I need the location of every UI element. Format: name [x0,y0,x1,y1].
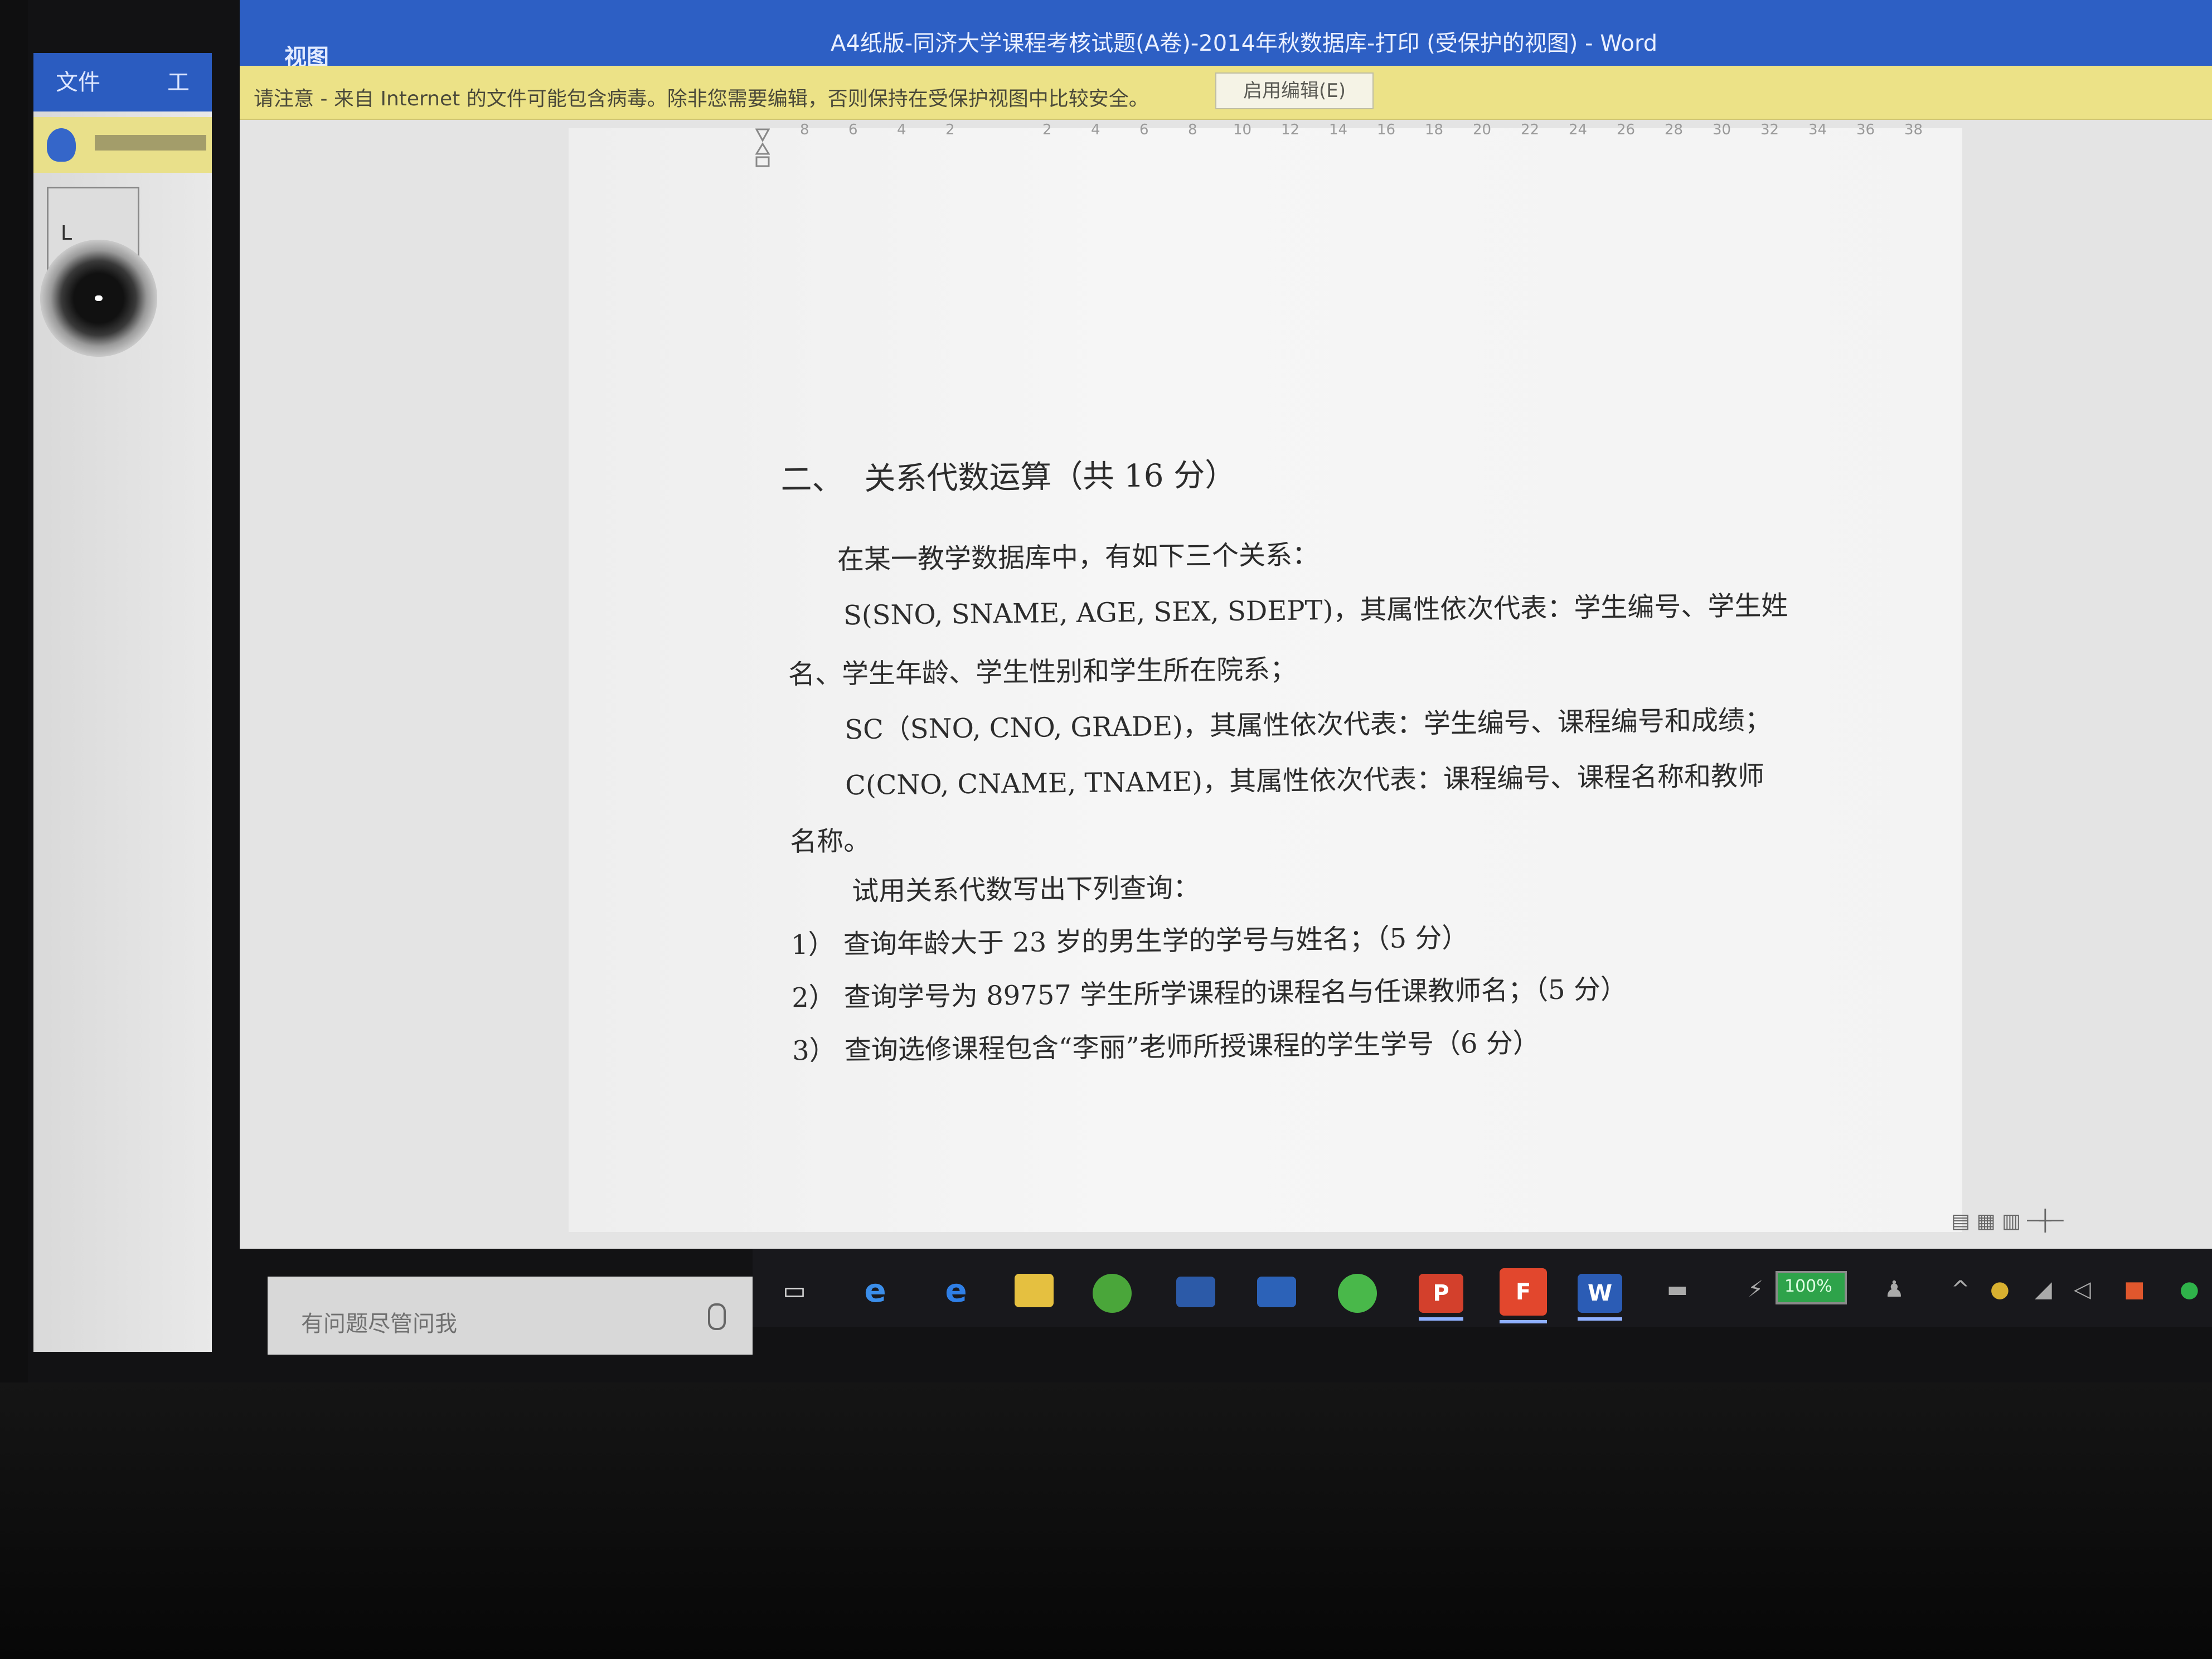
paragraph: 在某一教学数据库中，有如下三个关系： [837,539,1320,576]
ruler-mark: 10 [1233,122,1252,138]
app-icon[interactable] [1338,1274,1377,1313]
word-icon[interactable]: W [1578,1274,1622,1321]
volume-icon[interactable]: ◁ [2074,1277,2091,1302]
ruler-mark: 32 [1760,122,1779,138]
chevron-up-icon[interactable]: ^ [1951,1277,1970,1302]
person-icon[interactable]: ♟ [1884,1277,1904,1302]
taskbar-search[interactable]: 有问题尽管问我 [268,1277,753,1355]
protected-view-bar: 请注意 - 来自 Internet 的文件可能包含病毒。除非您需要编辑，否则保持… [240,66,2212,120]
ruler-mark: 24 [1569,122,1588,138]
enable-editing-button[interactable]: 启用编辑(E) [1215,72,1374,109]
ruler-mark: 38 [1904,122,1923,138]
ruler-mark: 18 [1425,122,1444,138]
network-icon[interactable]: ▬ [1667,1277,1688,1302]
ruler-mark: 20 [1473,122,1492,138]
app-icon[interactable] [1176,1277,1215,1307]
ruler-mark: 14 [1329,122,1348,138]
ruler-mark: 34 [1808,122,1827,138]
ruler-mark: 8 [800,122,809,138]
ruler-mark: 12 [1281,122,1300,138]
search-placeholder: 有问题尽管问我 [301,1311,457,1337]
list-item: 1） 查询年龄大于 23 岁的男生学的学号与姓名；（5 分） [790,922,1469,961]
ruler-mark: 4 [1091,122,1100,138]
ruler-mark: 6 [1139,122,1149,138]
ruler-mark: 2 [1042,122,1052,138]
app-icon[interactable] [1093,1274,1132,1313]
camera-icon [40,240,157,357]
ruler-mark: 22 [1521,122,1540,138]
background-window-titlebar: 文件 工 [33,53,212,111]
tab-stop-icon: L [61,222,72,245]
paragraph: 名称。 [789,825,871,858]
ruler-mark: 2 [945,122,955,138]
powerpoint-icon[interactable]: P [1419,1274,1463,1321]
notice-text-blurred [95,135,206,151]
tray-app-icon[interactable]: ● [1990,1277,2010,1302]
app-icon[interactable] [1257,1277,1296,1307]
tab-file[interactable]: 文件 [56,64,100,96]
foxit-icon[interactable]: F [1500,1268,1547,1323]
section-heading: 关系代数运算（共 16 分） [864,457,1236,497]
ruler-mark: 30 [1713,122,1731,138]
ruler-mark: 16 [1377,122,1396,138]
microphone-icon[interactable] [708,1303,726,1330]
ruler-mark: 6 [848,122,858,138]
section-number: 二、 [780,461,843,498]
ruler-mark: 36 [1856,122,1875,138]
window-title: A4纸版-同济大学课程考核试题(A卷)-2014年秋数据库-打印 (受保护的视图… [831,31,1658,56]
plug-icon: ⚡ [1748,1277,1764,1302]
battery-level: 100% [1784,1277,1832,1296]
indent-marker-icon[interactable] [755,128,770,178]
ruler-mark: 4 [897,122,906,138]
foreground-dark [0,1382,2212,1659]
tab-other[interactable]: 工 [167,64,190,96]
ruler-mark: 28 [1665,122,1684,138]
background-window-notice [33,117,212,173]
edge-icon[interactable]: e [931,1265,981,1316]
ruler-mark: 26 [1617,122,1636,138]
tray-app-icon[interactable]: ■ [2124,1277,2145,1302]
ruler-mark: 8 [1188,122,1197,138]
paragraph: 试用关系代数写出下列查询： [851,872,1200,908]
list-item: 3） 查询选修课程包含“李丽”老师所授课程的学生学号（6 分） [792,1027,1540,1067]
file-explorer-icon[interactable] [1015,1274,1054,1307]
ie-icon[interactable]: e [850,1265,900,1316]
shield-icon [47,128,76,162]
tray-app-icon[interactable]: ● [2180,1277,2199,1302]
network-tray-icon[interactable]: ◢ [2035,1277,2052,1302]
task-view-icon[interactable]: ▭ [769,1265,819,1316]
paragraph: 名、学生年龄、学生性别和学生所在院系； [788,653,1297,691]
battery-indicator[interactable]: 100% [1776,1271,1847,1304]
protected-view-message: 请注意 - 来自 Internet 的文件可能包含病毒。除非您需要编辑，否则保持… [254,88,1149,110]
view-buttons[interactable]: ▤ ▦ ▥ ─┼─ [1951,1210,2063,1233]
